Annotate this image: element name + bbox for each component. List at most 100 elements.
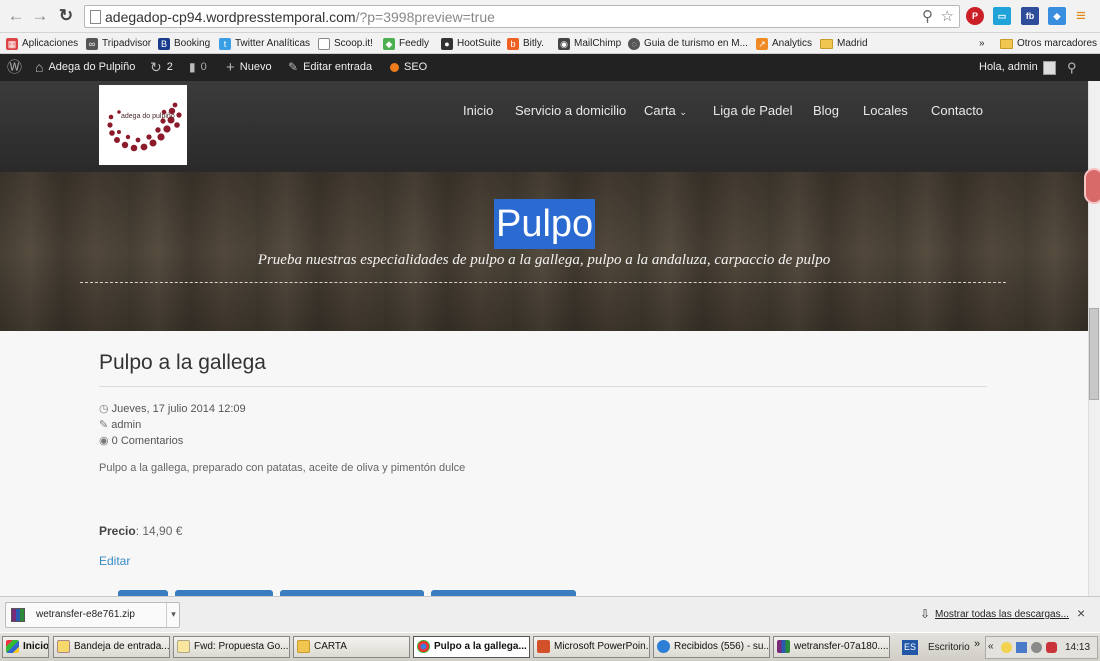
facebook-icon[interactable]: fb [1021,7,1039,25]
seo-status-dot-icon [390,63,399,72]
dropbox-icon[interactable]: ◆ [1048,7,1066,25]
volume-icon[interactable] [1031,642,1042,653]
menu-icon[interactable]: ≡ [1076,6,1086,26]
comments-icon: ◉ [99,435,109,447]
post-author[interactable]: ✎ admin [99,418,141,431]
bookmark-item[interactable]: Scoop.it! [318,36,373,51]
bookmark-item[interactable]: B Booking [158,36,210,51]
search-icon[interactable]: ⚲ [1067,54,1077,81]
bookmark-folder[interactable]: Madrid [820,36,868,51]
admin-seo[interactable]: SEO [390,54,427,81]
mail-icon [57,640,70,653]
page-title: Pulpo [494,199,596,249]
taskbar-item[interactable]: Fwd: Propuesta Go... [173,636,290,658]
bookmark-item[interactable]: ● HootSuite [441,36,501,51]
bookmark-item[interactable]: b Bitly. [507,36,544,51]
chrome-icon [417,640,430,653]
windows-taskbar: Inicio Bandeja de entrada... Fwd: Propue… [0,632,1100,661]
admin-site-link[interactable]: ⌂ Adega do Pulpiño [35,54,135,81]
post-description: Pulpo a la gallega, preparado con patata… [99,462,466,474]
nav-blog[interactable]: Blog [813,103,839,118]
admin-edit-post[interactable]: ✎ Editar entrada [288,54,372,81]
start-button[interactable]: Inicio [2,636,49,658]
desktop-toolbar[interactable]: Escritorio [928,642,970,653]
title-divider [99,386,987,387]
url-path: /?p=3998preview=true [355,9,495,25]
admin-new[interactable]: + Nuevo [226,54,272,81]
star-icon[interactable]: ☆ [941,7,954,25]
admin-updates[interactable]: ↻ 2 [150,54,173,81]
wp-admin-bar: Ⓦ ⌂ Adega do Pulpiño ↻ 2 ▮ 0 + Nuevo ✎ Editar… [0,54,1100,81]
twitter-bird-icon: t [219,37,231,50]
bookmark-item[interactable]: t Twitter Analíticas [219,36,310,51]
powerpoint-icon [537,640,550,653]
bookmarks-overflow[interactable]: » [979,36,985,51]
taskbar-item[interactable]: Bandeja de entrada... [53,636,170,658]
page-subtitle: Prueba nuestras especialidades de pulpo … [257,252,831,268]
post-content: Pulpo a la gallega ◷ Jueves, 17 julio 20… [0,331,1088,600]
antivirus-icon[interactable] [1046,642,1057,653]
zip-archive-icon [11,608,25,622]
bookmark-item[interactable]: ↗ Analytics [756,36,812,51]
bookmark-item[interactable]: ▦ Aplicaciones [6,36,78,51]
tray-app-icon[interactable] [1001,642,1012,653]
network-icon[interactable] [1016,642,1027,653]
nav-servicio-a-domicilio[interactable]: Servicio a domicilio [515,103,626,118]
extension-icon[interactable]: ▭ [993,7,1011,25]
plus-icon: + [226,59,235,76]
clock[interactable]: 14:13 [1065,642,1090,653]
logo-graphic: adega do pulpiño [107,102,182,152]
reload-icon[interactable]: ↻ [56,6,76,26]
windows-logo-icon [6,640,19,653]
tripadvisor-owl-icon: ∞ [86,37,98,50]
address-bar[interactable]: adegadop-cp94.wordpresstemporal.com/?p=3… [84,5,960,28]
taskbar-item[interactable]: Recibidos (556) - su... [653,636,770,658]
show-all-downloads-link[interactable]: Mostrar todas las descargas... [935,609,1069,620]
back-arrow-icon[interactable]: ← [6,6,26,26]
nav-contacto[interactable]: Contacto [931,103,983,118]
taskbar-item[interactable]: wetransfer-07a180.... [773,636,890,658]
post-comments[interactable]: ◉ 0 Comentarios [99,434,183,447]
scrollbar-thumb[interactable] [1089,308,1099,400]
nav-inicio[interactable]: Inicio [463,103,493,118]
admin-account[interactable]: Hola, admin [979,54,1056,81]
banner-divider [80,282,1006,283]
zoom-icon[interactable]: ⚲ [922,7,933,25]
pinterest-icon[interactable]: P [966,7,984,25]
bookmark-item[interactable]: ∞ Tripadvisor [86,36,151,51]
post-title: Pulpo a la gallega [99,351,266,374]
internet-explorer-icon [657,640,670,653]
toolbar-expand-icon[interactable]: » [974,638,980,650]
forward-arrow-icon[interactable]: → [30,6,50,26]
other-bookmarks[interactable]: Otros marcadores [1000,36,1097,51]
analytics-icon: ↗ [756,37,768,50]
download-options-arrow-icon[interactable]: ▾ [166,603,180,627]
circle-icon: ◌ [628,37,640,50]
nav-liga-de-padel[interactable]: Liga de Padel [713,103,793,118]
bookmark-item[interactable]: ◉ MailChimp [558,36,621,51]
close-shelf-icon[interactable]: × [1077,605,1085,621]
floating-widget-icon[interactable] [1084,168,1100,204]
site-logo[interactable]: adega do pulpiño [99,85,187,165]
edit-link[interactable]: Editar [99,554,130,568]
download-item[interactable]: wetransfer-e8e761.zip ▾ [5,602,180,628]
admin-comments[interactable]: ▮ 0 [189,54,207,81]
chevron-down-icon: ⌄ [679,107,687,117]
site-header: adega do pulpiño Inicio Servicio a domic… [0,81,1088,172]
nav-locales[interactable]: Locales [863,103,908,118]
taskbar-item[interactable]: Microsoft PowerPoin... [533,636,650,658]
language-indicator[interactable]: ES [902,640,918,655]
bookmark-item[interactable]: ◆ Feedly [383,36,429,51]
taskbar-item[interactable]: Pulpo a la gallega... [413,636,530,658]
system-tray: « 14:13 [985,636,1098,659]
home-icon: ⌂ [35,59,44,75]
wordpress-logo-icon[interactable]: Ⓦ [7,54,22,81]
bookmark-item[interactable]: ◌ Guia de turismo en M... [628,36,748,51]
folder-icon [1000,38,1013,49]
nav-carta[interactable]: Carta ⌄ [644,103,687,118]
page-banner: Pulpo Prueba nuestras especialidades de … [0,172,1088,331]
apps-grid-icon: ▦ [6,37,18,50]
tray-expand-icon[interactable]: « [988,641,994,652]
taskbar-item[interactable]: CARTA [293,636,410,658]
logo-text: adega do pulpiño [121,113,175,120]
